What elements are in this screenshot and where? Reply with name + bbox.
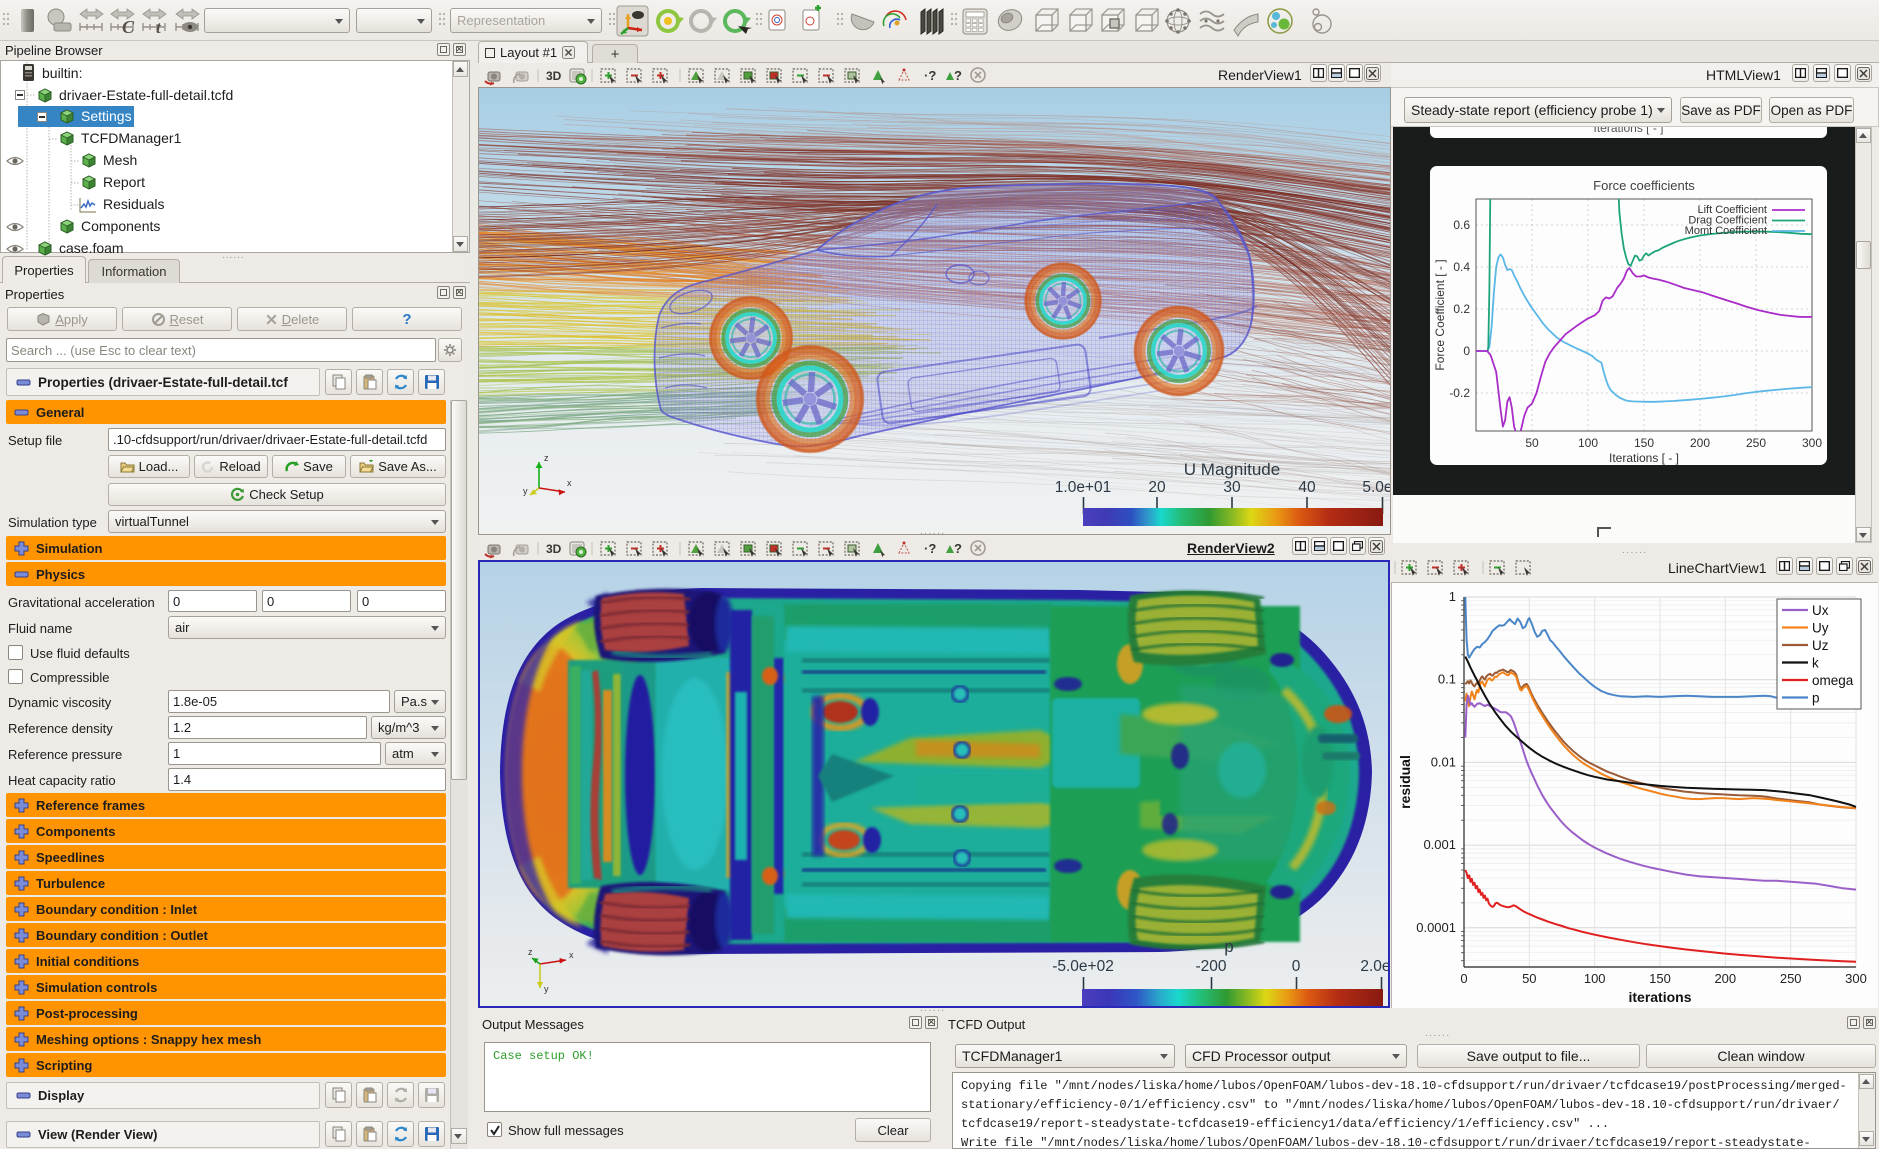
svg-text:x: x	[567, 478, 572, 488]
svg-text:250: 250	[1746, 436, 1766, 450]
svg-text:0.4: 0.4	[1453, 260, 1470, 274]
svg-text:·?: ·?	[924, 68, 936, 83]
svg-text:1.0e+01: 1.0e+01	[1055, 479, 1111, 496]
svg-text:100: 100	[1584, 971, 1606, 986]
svg-text:0.1: 0.1	[1438, 672, 1456, 687]
svg-text:Force Coefficient [ - ]: Force Coefficient [ - ]	[1433, 259, 1447, 370]
svg-text:p: p	[1224, 937, 1233, 956]
svg-text:·?: ·?	[924, 541, 936, 556]
svg-text:0.001: 0.001	[1423, 837, 1456, 852]
svg-text:0: 0	[1460, 971, 1467, 986]
svg-text:C: C	[122, 17, 135, 37]
svg-text:200: 200	[1714, 971, 1736, 986]
svg-text:residual: residual	[1397, 755, 1413, 809]
svg-text:200: 200	[1690, 436, 1710, 450]
svg-text:1: 1	[1449, 589, 1456, 604]
svg-text:5.0e-: 5.0e-	[1362, 479, 1391, 496]
svg-text:3D: 3D	[546, 542, 562, 556]
svg-text:omega: omega	[1812, 673, 1854, 688]
svg-text:30: 30	[1223, 479, 1241, 496]
svg-text:U Magnitude: U Magnitude	[1184, 460, 1280, 479]
svg-text:-200: -200	[1195, 958, 1226, 975]
svg-text:0.01: 0.01	[1431, 754, 1456, 769]
svg-text:2.0e+: 2.0e+	[1360, 958, 1390, 975]
svg-text:Momt Coefficient: Momt Coefficient	[1685, 225, 1767, 237]
svg-text:0.0001: 0.0001	[1416, 920, 1456, 935]
svg-text:0: 0	[1463, 344, 1470, 358]
svg-text:150: 150	[1634, 436, 1654, 450]
svg-text:z: z	[544, 453, 549, 463]
svg-text:Uz: Uz	[1812, 638, 1829, 653]
svg-text:Force coefficients: Force coefficients	[1593, 178, 1695, 193]
svg-text:Ux: Ux	[1812, 603, 1829, 618]
svg-text:100: 100	[1578, 436, 1598, 450]
svg-text:0.6: 0.6	[1453, 218, 1470, 232]
svg-text:3D: 3D	[546, 69, 562, 83]
svg-text:-0.2: -0.2	[1449, 386, 1470, 400]
svg-text:40: 40	[1298, 479, 1316, 496]
svg-text:50: 50	[1522, 971, 1536, 986]
svg-text:250: 250	[1780, 971, 1802, 986]
svg-text:0: 0	[1292, 958, 1301, 975]
svg-text:150: 150	[1649, 971, 1671, 986]
svg-text:z: z	[528, 947, 533, 957]
svg-text:?: ?	[954, 541, 962, 556]
svg-text:iterations: iterations	[1628, 989, 1691, 1005]
svg-text:Iterations [ - ]: Iterations [ - ]	[1609, 451, 1679, 465]
svg-text:-5.0e+02: -5.0e+02	[1052, 958, 1114, 975]
svg-text:50: 50	[1525, 436, 1539, 450]
svg-text:x: x	[569, 950, 574, 960]
svg-text:Uy: Uy	[1812, 621, 1829, 636]
svg-text:y: y	[544, 984, 549, 994]
svg-text:20: 20	[1148, 479, 1166, 496]
svg-text:300: 300	[1802, 436, 1822, 450]
svg-text:?: ?	[954, 68, 962, 83]
svg-text:y: y	[523, 486, 528, 496]
svg-text:p: p	[1812, 691, 1820, 706]
svg-text:k: k	[1812, 656, 1819, 671]
svg-text:300: 300	[1845, 971, 1867, 986]
svg-text:0.2: 0.2	[1453, 302, 1470, 316]
